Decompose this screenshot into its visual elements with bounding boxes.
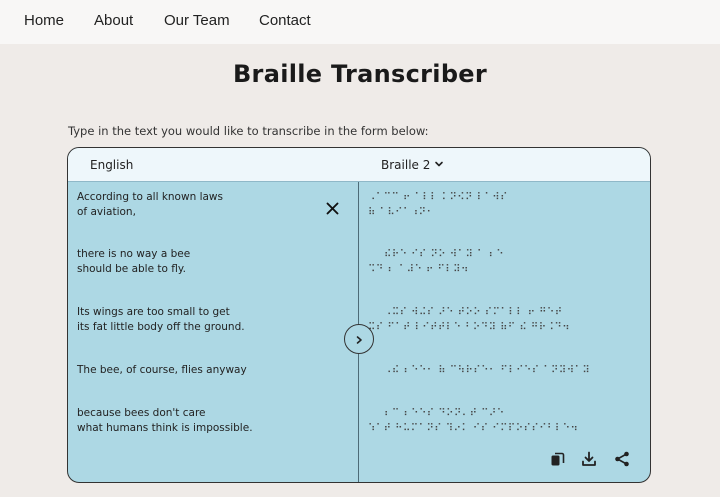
share-button[interactable] [613, 451, 631, 471]
nav-our-team[interactable]: Our Team [164, 12, 230, 29]
close-icon [326, 200, 339, 219]
braille-line: ⠭⠎ ⠋⠁⠞ ⠇⠊⠞⠞⠇⠑ ⠃⠕⠙⠽ ⠷⠋ ⠮ ⠛⠗⠨⠙⠲ [368, 322, 571, 333]
target-language-select[interactable]: Braille 2 [381, 158, 444, 172]
nav-about[interactable]: About [94, 12, 133, 29]
source-line: The bee, of course, flies anyway [77, 364, 247, 376]
download-button[interactable] [580, 451, 598, 471]
source-line: there is no way a bee [77, 248, 191, 260]
page-title: Braille Transcriber [232, 60, 488, 88]
top-nav: Home About Our Team Contact [0, 0, 720, 44]
language-header: English Braille 2 [68, 148, 650, 182]
source-line: what humans think is impossible. [77, 422, 253, 434]
clear-button[interactable] [323, 200, 341, 218]
braille-line: ⠮⠗⠑ ⠊⠎ ⠝⠕ ⠺⠁⠽ ⠁ ⠆⠑ [384, 249, 505, 260]
braille-line: ⠠⠭⠎ ⠺⠬⠎ ⠜⠑ ⠞⠕⠕ ⠎⠍⠁⠇⠇ ⠖ ⠛⠑⠞ [384, 307, 563, 318]
transcriber-card: English Braille 2 According to all known… [67, 147, 651, 483]
source-language-label: English [90, 158, 134, 172]
intro-text: Type in the text you would like to trans… [68, 124, 429, 138]
braille-line: ⠠⠁⠉⠉ ⠖ ⠁⠇⠇ ⠅⠝⠪⠝ ⠇⠁⠺⠎ [368, 192, 508, 203]
nav-home[interactable]: Home [24, 12, 64, 29]
transcribe-button[interactable] [344, 324, 374, 354]
target-language-value: Braille 2 [381, 158, 431, 172]
source-line: its fat little body off the ground. [77, 321, 245, 333]
download-icon [581, 451, 597, 471]
braille-line: ⠱⠁⠞ ⠓⠥⠍⠁⠝⠎ ⠹⠔⠅ ⠊⠎ ⠊⠍⠏⠕⠎⠎⠊⠃⠇⠑⠲ [368, 423, 579, 434]
nav-contact[interactable]: Contact [259, 12, 311, 29]
source-line: of aviation, [77, 206, 136, 218]
braille-line: ⠆⠉ ⠆⠑⠑⠎ ⠙⠕⠝⠄⠞ ⠉⠜⠑ [384, 408, 505, 419]
braille-line: ⠠⠮ ⠆⠑⠑⠂ ⠷ ⠉⠳⠗⠎⠑⠂ ⠋⠇⠊⠑⠎ ⠁⠝⠽⠺⠁⠽ [384, 365, 591, 376]
chevron-right-icon [354, 330, 364, 349]
source-line: According to all known laws [77, 191, 223, 203]
chevron-down-icon [434, 158, 444, 172]
braille-line: ⠷ ⠁⠧⠊⠁⠰⠝⠂ [368, 207, 435, 218]
braille-line: ⠩⠙ ⠆ ⠁⠼⠑ ⠖ ⠋⠇⠽⠲ [368, 264, 469, 275]
source-line: should be able to fly. [77, 263, 186, 275]
copy-button[interactable] [548, 452, 566, 470]
source-line: because bees don't care [77, 407, 206, 419]
source-line: Its wings are too small to get [77, 306, 230, 318]
share-icon [614, 451, 630, 471]
copy-icon [550, 452, 565, 471]
